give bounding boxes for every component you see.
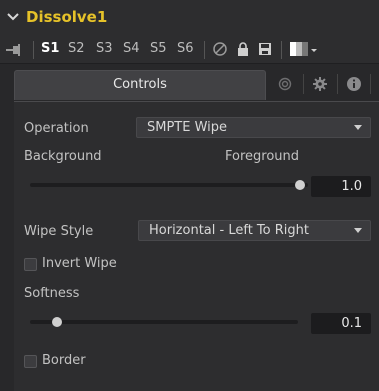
info-icon[interactable] (346, 76, 362, 92)
toolbar: S1 S2 S3 S4 S5 S6 (0, 36, 379, 64)
foreground-label: Foreground (225, 149, 300, 164)
invert-wipe-checkbox[interactable] (24, 258, 37, 271)
slot-s5[interactable]: S5 (150, 41, 167, 56)
modifiers-icon[interactable] (277, 76, 293, 92)
node-title: Dissolve1 (26, 8, 108, 26)
tab-bar: Controls (0, 64, 379, 102)
slot-s4[interactable]: S4 (123, 41, 140, 56)
chevron-down-icon[interactable] (6, 10, 20, 24)
slot-s1[interactable]: S1 (41, 41, 59, 56)
mix-slider-track[interactable] (30, 183, 308, 187)
color-swatch-dropdown-icon[interactable] (290, 41, 320, 57)
node-header: Dissolve1 (0, 0, 379, 36)
chevron-down-icon (354, 125, 362, 130)
softness-label: Softness (24, 286, 80, 301)
tab-controls[interactable]: Controls (14, 70, 266, 100)
toolbar-divider (204, 41, 205, 59)
softness-slider-handle[interactable] (51, 317, 62, 327)
border-checkbox[interactable] (24, 355, 37, 368)
disable-icon[interactable] (212, 41, 228, 57)
controls-panel: Operation SMPTE Wipe Background Foregrou… (14, 101, 379, 391)
background-label: Background (24, 149, 102, 164)
slot-s3[interactable]: S3 (96, 41, 113, 56)
tab-divider (337, 74, 338, 94)
wipe-style-dropdown[interactable]: Horizontal - Left To Right (138, 220, 371, 241)
softness-value-field[interactable]: 0.1 (311, 313, 371, 334)
slot-s6[interactable]: S6 (177, 41, 194, 56)
operation-value: SMPTE Wipe (147, 120, 228, 135)
softness-slider-track[interactable] (30, 320, 298, 324)
save-icon[interactable] (257, 41, 273, 57)
wipe-style-value: Horizontal - Left To Right (149, 223, 309, 238)
slot-s2[interactable]: S2 (68, 41, 85, 56)
tab-divider (370, 74, 371, 94)
operation-label: Operation (24, 121, 89, 136)
border-label: Border (42, 353, 86, 368)
pin-icon[interactable] (6, 43, 22, 57)
mix-value-field[interactable]: 1.0 (311, 176, 371, 197)
chevron-down-icon (354, 228, 362, 233)
gear-icon[interactable] (312, 76, 328, 92)
operation-dropdown[interactable]: SMPTE Wipe (136, 117, 371, 138)
toolbar-divider (33, 41, 34, 59)
invert-wipe-label: Invert Wipe (42, 256, 117, 271)
toolbar-divider (281, 41, 282, 59)
lock-icon[interactable] (235, 41, 251, 57)
tab-divider (303, 74, 304, 94)
mix-slider-handle[interactable] (295, 180, 305, 190)
wipe-style-label: Wipe Style (24, 224, 94, 239)
